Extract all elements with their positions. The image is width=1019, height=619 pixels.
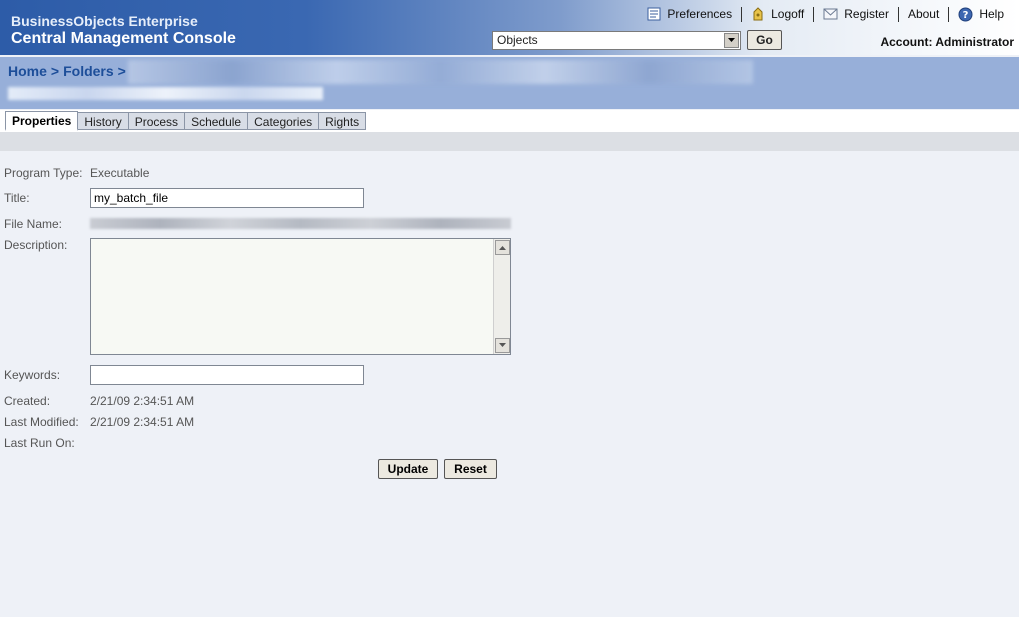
breadcrumb-separator: > [50,63,60,79]
last-run-label: Last Run On: [4,436,75,450]
tab-rights[interactable]: Rights [319,112,367,130]
description-label: Description: [4,238,68,252]
console-title: Central Management Console [11,30,236,47]
account-label: Account: Administrator [880,35,1014,49]
help-label: Help [979,7,1004,21]
help-icon: ? [958,7,973,22]
created-label: Created: [4,394,51,408]
breadcrumb-folders-link[interactable]: Folders [63,63,114,79]
tab-schedule[interactable]: Schedule [185,112,249,130]
brand-title: BusinessObjects Enterprise [11,13,198,29]
breadcrumb-band: Home > Folders > [0,57,1019,109]
keywords-label: Keywords: [4,368,61,382]
tab-properties[interactable]: Properties [5,111,79,131]
chevron-down-icon[interactable] [724,33,739,48]
update-button[interactable]: Update [378,459,438,479]
logoff-label: Logoff [771,7,805,21]
redacted-breadcrumb-path [128,60,753,84]
register-icon [823,8,838,20]
tab-process[interactable]: Process [128,112,186,130]
redacted-file-name [90,218,511,229]
tab-bar: Properties History Process Schedule Cate… [0,110,1019,132]
file-name-label: File Name: [4,217,63,231]
register-label: Register [844,7,889,21]
preferences-label: Preferences [667,7,733,21]
title-input[interactable] [90,188,364,208]
description-scrollbar[interactable] [493,239,510,354]
preferences-link[interactable]: Preferences [638,5,741,23]
scroll-up-icon[interactable] [495,240,510,255]
tab-categories[interactable]: Categories [248,112,320,130]
keywords-input[interactable] [90,365,364,385]
program-type-value: Executable [90,166,150,180]
top-navigation: Preferences Logoff Register About ? Help [638,5,1013,23]
about-label: About [907,7,940,21]
register-link[interactable]: Register [814,5,898,23]
scroll-down-icon[interactable] [495,338,510,353]
title-label: Title: [4,191,30,205]
breadcrumb: Home > Folders > [8,63,130,79]
last-modified-label: Last Modified: [4,415,79,429]
object-type-value: Objects [497,33,538,47]
help-link[interactable]: ? Help [949,5,1013,23]
breadcrumb-separator: > [117,63,126,79]
breadcrumb-home-link[interactable]: Home [8,63,47,79]
logoff-link[interactable]: Logoff [742,5,813,23]
last-modified-value: 2/21/09 2:34:51 AM [90,415,195,429]
redacted-object-name [8,87,323,100]
tab-history[interactable]: History [78,112,129,130]
about-link[interactable]: About [899,5,948,23]
tab-divider-band [0,132,1019,151]
logoff-icon [751,7,765,21]
app-header: BusinessObjects Enterprise Central Manag… [0,0,1019,55]
go-button[interactable]: Go [747,30,782,50]
svg-text:?: ? [963,10,969,21]
created-value: 2/21/09 2:34:51 AM [90,394,195,408]
reset-button[interactable]: Reset [444,459,497,479]
preferences-icon [647,7,661,21]
description-textarea[interactable] [90,238,511,355]
program-type-label: Program Type: [4,166,83,180]
object-type-select[interactable]: Objects [492,31,741,50]
